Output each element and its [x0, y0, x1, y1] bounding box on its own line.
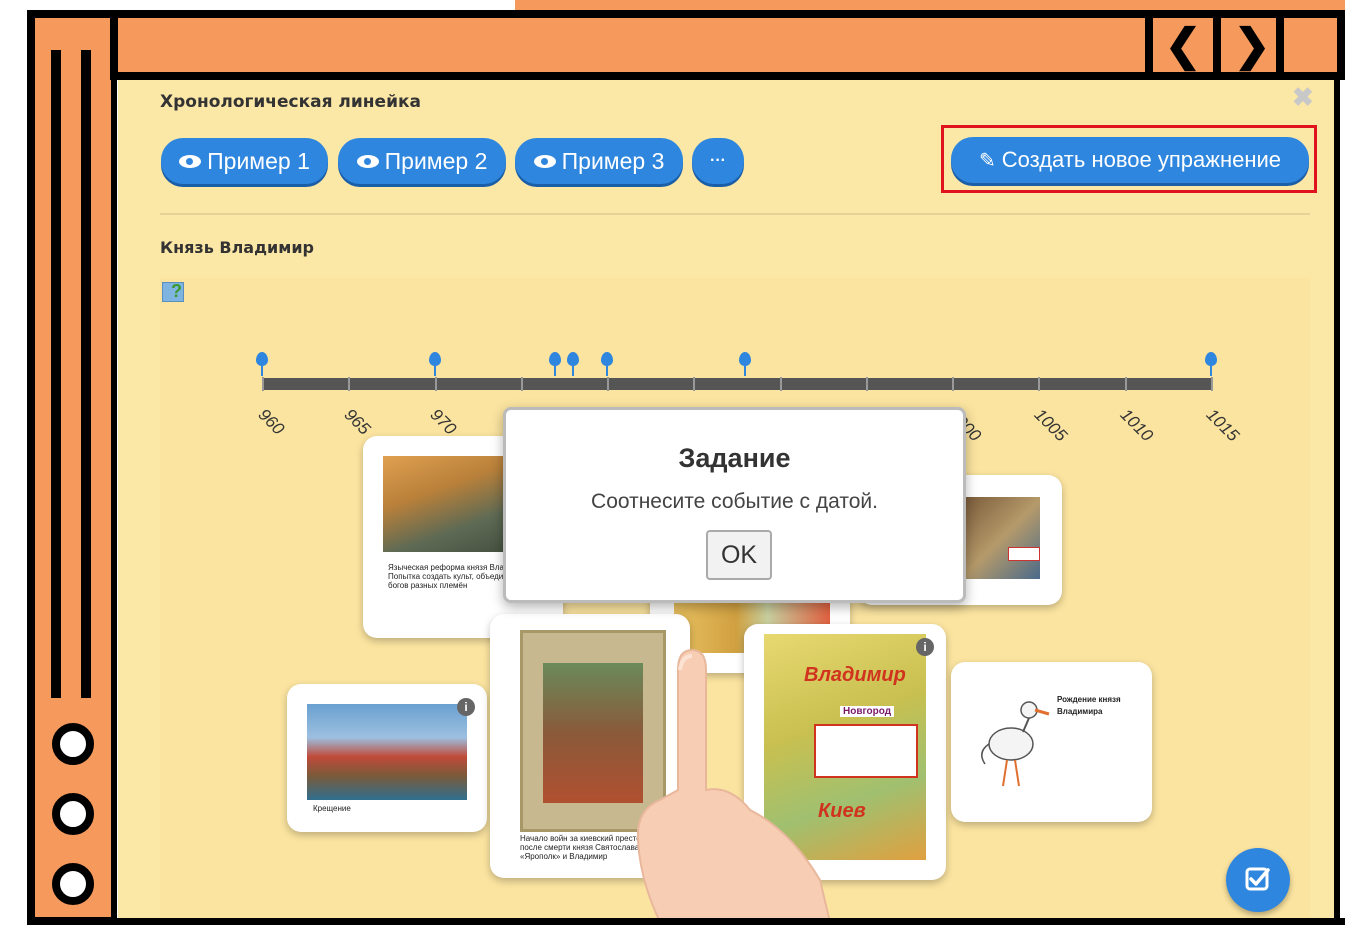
bottom-border [27, 918, 1345, 925]
timeline-marker[interactable] [566, 352, 579, 376]
decor-ring-1 [52, 723, 94, 765]
timeline-tick [865, 377, 868, 391]
timeline-tick [434, 377, 437, 391]
eye-icon [356, 154, 379, 168]
task-dialog: Задание Соотнесите событие с датой. OK [503, 407, 966, 603]
check-answer-button[interactable] [1226, 848, 1290, 912]
next-button[interactable]: ❯ [1213, 10, 1283, 80]
example-2-label: Пример 2 [384, 147, 488, 174]
example-3-button[interactable]: Пример 3 [515, 138, 683, 184]
example-1-label: Пример 1 [207, 147, 310, 174]
image-label-box [1008, 547, 1040, 561]
timeline-tick [607, 377, 609, 391]
dialog-title: Задание [678, 443, 791, 473]
timeline-tick [1210, 377, 1213, 391]
example-2-button[interactable]: Пример 2 [338, 138, 506, 184]
timeline-marker[interactable] [739, 352, 751, 376]
timeline-tick [1038, 377, 1041, 391]
eye-icon [533, 154, 556, 168]
timeline-tick [348, 377, 351, 391]
event-card[interactable]: i Крещение [287, 684, 487, 832]
hand-pointer-icon [636, 648, 832, 922]
timeline-marker[interactable] [428, 352, 441, 376]
event-image [307, 704, 467, 800]
pencil-icon: ✎ [978, 149, 996, 172]
stork-icon [981, 701, 1050, 787]
info-icon[interactable]: i [916, 638, 934, 656]
timeline-marker[interactable] [601, 352, 613, 376]
ok-button[interactable]: OK [706, 530, 772, 580]
chevron-right-icon: ❯ [1233, 20, 1271, 70]
help-icon[interactable]: ? [162, 281, 184, 302]
decor-ring-3 [52, 863, 94, 905]
timeline-tick [1124, 377, 1127, 391]
header-empty-box [1276, 10, 1345, 80]
create-exercise-label: Создать новое упражнение [1001, 147, 1282, 172]
event-card[interactable]: Рождение князя Владимира [951, 662, 1152, 822]
more-button[interactable]: ··· [692, 138, 744, 184]
chevron-left-icon: ❮ [1164, 20, 1202, 70]
decor-ring-2 [52, 793, 94, 835]
timeline-tick [693, 377, 696, 391]
timeline-tick [520, 377, 523, 391]
exercise-title: Князь Владимир [160, 238, 314, 257]
timeline-axis [262, 378, 1212, 390]
event-image [964, 497, 1040, 579]
more-icon: ··· [710, 152, 726, 169]
dialog-message: Соотнесите событие с датой. [591, 490, 878, 513]
timeline-tick [779, 377, 782, 391]
event-caption: Крещение [313, 804, 351, 813]
decor-line-2 [81, 50, 91, 698]
timeline-tick [952, 377, 954, 391]
map-label: Новгород [840, 706, 895, 717]
prev-button[interactable]: ❮ [1145, 10, 1213, 80]
close-icon[interactable]: ✖ [1292, 82, 1314, 113]
timeline-marker[interactable] [256, 352, 268, 376]
create-exercise-button[interactable]: ✎ Создать новое упражнение [951, 137, 1309, 183]
timeline-marker[interactable] [1204, 352, 1217, 376]
app-title: Хронологическая линейка [160, 92, 421, 112]
example-3-label: Пример 3 [561, 147, 665, 174]
divider [160, 213, 1310, 215]
checkbox-icon [1245, 867, 1270, 891]
event-caption: Рождение князя Владимира [1057, 695, 1121, 716]
info-icon[interactable]: i [457, 698, 475, 716]
example-1-button[interactable]: Пример 1 [161, 138, 328, 184]
left-decor-bar [27, 10, 117, 925]
eye-icon [179, 154, 202, 168]
timeline-tick [262, 377, 264, 391]
timeline-marker[interactable] [549, 352, 562, 376]
decor-line-1 [51, 50, 61, 698]
